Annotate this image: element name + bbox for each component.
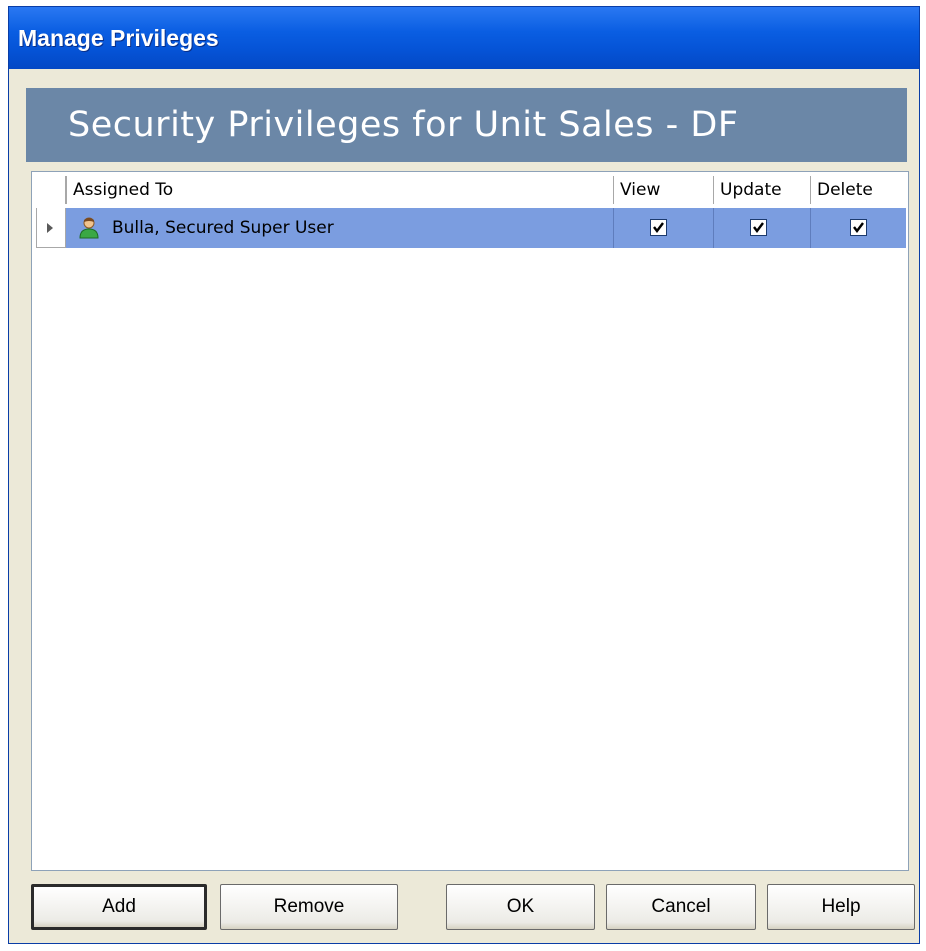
remove-button[interactable]: Remove — [220, 884, 398, 930]
help-button[interactable]: Help — [767, 884, 915, 930]
checkmark-icon — [753, 222, 764, 233]
cell-divider — [613, 208, 614, 248]
checkmark-icon — [653, 222, 664, 233]
column-header-update[interactable]: Update — [713, 176, 810, 204]
dialog-title: Manage Privileges — [9, 7, 919, 69]
row-header-corner — [36, 176, 66, 204]
ok-button[interactable]: OK — [446, 884, 595, 930]
checkmark-icon — [853, 222, 864, 233]
delete-checkbox[interactable] — [850, 219, 867, 236]
cell-divider — [713, 208, 714, 248]
cell-divider — [810, 208, 811, 248]
assigned-to-cell: Bulla, Secured Super User — [112, 218, 334, 238]
row-selector[interactable] — [36, 208, 66, 248]
table-row[interactable]: Bulla, Secured Super User — [36, 208, 906, 248]
column-header-delete[interactable]: Delete — [810, 176, 906, 204]
column-header-assigned-to[interactable]: Assigned To — [66, 176, 613, 204]
update-checkbox[interactable] — [750, 219, 767, 236]
add-button[interactable]: Add — [31, 884, 207, 930]
grid-header: Assigned To View Update Delete — [32, 172, 908, 208]
current-row-arrow-icon — [47, 223, 53, 233]
manage-privileges-dialog: Manage Privileges Security Privileges fo… — [8, 6, 920, 944]
cancel-button[interactable]: Cancel — [606, 884, 756, 930]
page-title: Security Privileges for Unit Sales - DF — [26, 88, 907, 162]
privileges-grid: Assigned To View Update Delete Bulla, Se… — [31, 171, 909, 871]
view-checkbox[interactable] — [650, 219, 667, 236]
column-header-view[interactable]: View — [613, 176, 713, 204]
user-icon — [79, 217, 99, 239]
